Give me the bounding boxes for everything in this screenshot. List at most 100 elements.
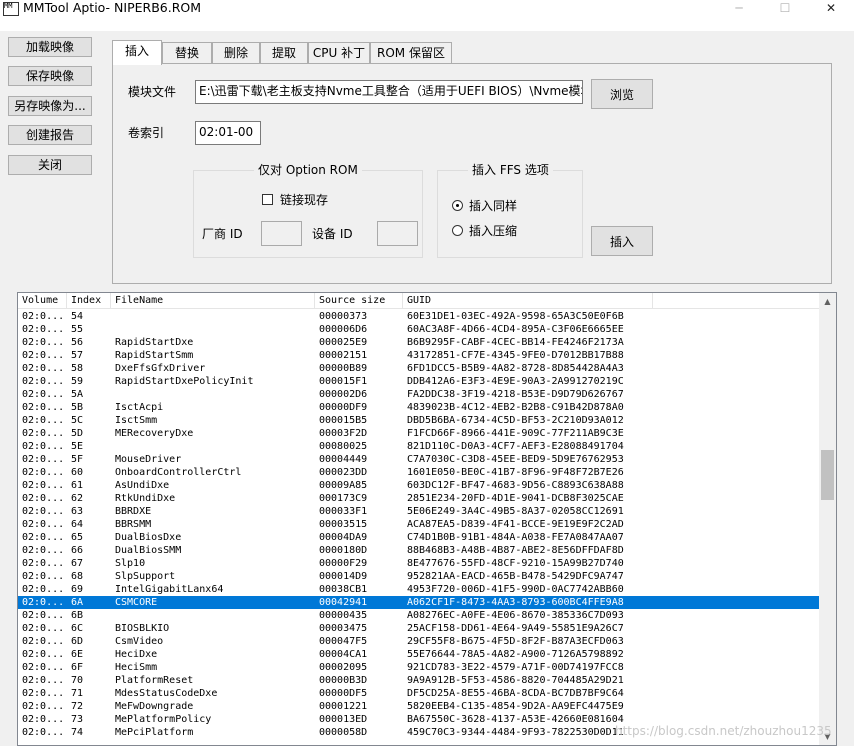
close-button[interactable]: 关闭 xyxy=(8,155,92,175)
vendor-id-input[interactable] xyxy=(261,221,302,246)
link-existing-checkbox[interactable] xyxy=(262,194,273,205)
maximize-button[interactable]: ☐ xyxy=(762,0,808,16)
browse-button[interactable]: 浏览 xyxy=(591,79,653,109)
table-row[interactable]: 02:0... 5D MERecoveryDxe 00003F2D F1FCD66F-8… xyxy=(18,427,819,440)
option-rom-title: 仅对 Option ROM xyxy=(254,162,362,178)
cell-index: 57 xyxy=(71,350,84,361)
cell-source-size: 00001221 xyxy=(319,701,368,712)
cell-volume: 02:0... xyxy=(22,688,65,699)
table-row[interactable]: 02:0... 6E HeciDxe 00004CA1 55E76644-78A5-4A… xyxy=(18,648,819,661)
table-row[interactable]: 02:0... 61 AsUndiDxe 00009A85 603DC12F-BF47-… xyxy=(18,479,819,492)
cell-filename: CSMCORE xyxy=(115,597,158,608)
cell-source-size: 000025E9 xyxy=(319,337,368,348)
vertical-scrollbar[interactable]: ▲ ▼ xyxy=(819,293,836,745)
column-header-volume[interactable]: Volume xyxy=(18,293,67,309)
table-row[interactable]: 02:0... 59 RapidStartDxePolicyInit 000015F1… xyxy=(18,375,819,388)
table-row[interactable]: 02:0... 5F MouseDriver 00004449 C7A7030C-C3D… xyxy=(18,453,819,466)
scroll-up-icon[interactable]: ▲ xyxy=(819,293,836,310)
insert-compress-radio[interactable] xyxy=(452,225,463,236)
scroll-thumb[interactable] xyxy=(821,450,834,500)
table-row[interactable]: 02:0... 54 00000373 60E31DE1-03EC-492A-9598… xyxy=(18,310,819,323)
column-header-guid[interactable]: GUID xyxy=(403,293,653,309)
cell-filename: MdesStatusCodeDxe xyxy=(115,688,218,699)
create-report-button[interactable]: 创建报告 xyxy=(8,125,92,145)
load-image-button[interactable]: 加载映像 xyxy=(8,37,92,57)
table-row[interactable]: 02:0... 5C IsctSmm 000015B5 DBD5B6BA-6734-4C… xyxy=(18,414,819,427)
table-row[interactable]: 02:0... 72 MeFwDowngrade 00001221 5820EEB4-C… xyxy=(18,700,819,713)
cell-source-size: 00004449 xyxy=(319,454,368,465)
cell-filename: SlpSupport xyxy=(115,571,176,582)
cell-filename: RapidStartDxePolicyInit xyxy=(115,376,254,387)
minimize-button[interactable]: ─ xyxy=(716,0,762,16)
cell-filename: RapidStartSmm xyxy=(115,350,194,361)
cell-index: 5E xyxy=(71,441,84,452)
module-list[interactable]: Volume Index FileName Source size GUID 0… xyxy=(17,292,837,746)
cell-guid: 603DC12F-BF47-4683-9D56-C8893C638A88 xyxy=(407,480,624,491)
table-row[interactable]: 02:0... 65 DualBiosDxe 00004DA9 C74D1B0B-91B… xyxy=(18,531,819,544)
cell-index: 70 xyxy=(71,675,84,686)
close-window-button[interactable]: ✕ xyxy=(808,0,854,16)
tab-delete[interactable]: 删除 xyxy=(212,42,260,64)
column-header-source-size[interactable]: Source size xyxy=(315,293,403,309)
insert-same-radio[interactable] xyxy=(452,200,463,211)
table-row[interactable]: 02:0... 5B IsctAcpi 00000DF9 4839023B-4C12-4… xyxy=(18,401,819,414)
insert-same-label: 插入同样 xyxy=(469,199,518,213)
cell-filename: CsmVideo xyxy=(115,636,164,647)
cell-index: 6B xyxy=(71,610,84,621)
insert-button[interactable]: 插入 xyxy=(591,226,653,256)
tab-cpu-patch[interactable]: CPU 补丁 xyxy=(308,42,370,64)
tab-extract[interactable]: 提取 xyxy=(260,42,308,64)
table-row[interactable]: 02:0... 64 BBRSMM 00003515 ACA87EA5-D839-4F4… xyxy=(18,518,819,531)
table-row[interactable]: 02:0... 62 RtkUndiDxe 000173C9 2851E234-20FD… xyxy=(18,492,819,505)
table-row[interactable]: 02:0... 58 DxeFfsGfxDriver 00000B89 6FD1DCC5… xyxy=(18,362,819,375)
table-row[interactable]: 02:0... 57 RapidStartSmm 00002151 43172851-C… xyxy=(18,349,819,362)
cell-index: 62 xyxy=(71,493,84,504)
cell-guid: BA67550C-3628-4137-A53E-42660E081604 xyxy=(407,714,624,725)
cell-index: 61 xyxy=(71,480,84,491)
table-row[interactable]: 02:0... 6D CsmVideo 000047F5 29CF55F8-B675-4… xyxy=(18,635,819,648)
cell-volume: 02:0... xyxy=(22,311,65,322)
tab-replace[interactable]: 替换 xyxy=(162,42,212,64)
cell-source-size: 00000435 xyxy=(319,610,368,621)
cell-guid: 2851E234-20FD-4D1E-9041-DCB8F3025CAE xyxy=(407,493,624,504)
cell-volume: 02:0... xyxy=(22,467,65,478)
table-row[interactable]: 02:0... 5E 00080025 821D110C-D0A3-4CF7-AEF3… xyxy=(18,440,819,453)
option-rom-group: 仅对 Option ROM 链接现存 厂商 ID 设备 ID xyxy=(193,162,423,258)
table-row[interactable]: 02:0... 5A 000002D6 FA2DDC38-3F19-4218-B53E… xyxy=(18,388,819,401)
cell-source-size: 000006D6 xyxy=(319,324,368,335)
cell-guid: 921CD783-3E22-4579-A71F-00D74197FCC8 xyxy=(407,662,624,673)
column-header-index[interactable]: Index xyxy=(67,293,111,309)
cell-guid: 43172851-CF7E-4345-9FE0-D7012BB17B88 xyxy=(407,350,624,361)
table-row[interactable]: 02:0... 71 MdesStatusCodeDxe 00000DF5 DF5CD2… xyxy=(18,687,819,700)
table-row[interactable]: 02:0... 6F HeciSmm 00002095 921CD783-3E22-45… xyxy=(18,661,819,674)
volume-index-input[interactable]: 02:01-00 xyxy=(195,121,261,145)
cell-source-size: 00002095 xyxy=(319,662,368,673)
table-row[interactable]: 02:0... 6B 00000435 A08276EC-A0FE-4E06-8670… xyxy=(18,609,819,622)
table-row[interactable]: 02:0... 56 RapidStartDxe 000025E9 B6B9295F-C… xyxy=(18,336,819,349)
cell-source-size: 000173C9 xyxy=(319,493,368,504)
tab-insert[interactable]: 插入 xyxy=(112,40,162,65)
table-row[interactable]: 02:0... 60 OnboardControllerCtrl 000023DD 16… xyxy=(18,466,819,479)
table-row[interactable]: 02:0... 66 DualBiosSMM 0000180D 88B468B3-A48… xyxy=(18,544,819,557)
cell-volume: 02:0... xyxy=(22,428,65,439)
cell-volume: 02:0... xyxy=(22,376,65,387)
table-row[interactable]: 02:0... 6C BIOSBLKIO 00003475 25ACF158-DD61-… xyxy=(18,622,819,635)
tab-rom-hole[interactable]: ROM 保留区 xyxy=(370,42,452,64)
cell-guid: 952821AA-EACD-465B-B478-5429DFC9A747 xyxy=(407,571,624,582)
table-row[interactable]: 02:0... 67 Slp10 00000F29 8E477676-55FD-48CF… xyxy=(18,557,819,570)
module-file-input[interactable]: E:\迅雷下载\老主板支持Nvme工具整合（适用于UEFI BIOS）\Nvme… xyxy=(195,80,583,104)
cell-filename: Slp10 xyxy=(115,558,146,569)
cell-guid: 5820EEB4-C135-4854-9D2A-AA9EFC4475E9 xyxy=(407,701,624,712)
device-id-input[interactable] xyxy=(377,221,418,246)
save-image-button[interactable]: 保存映像 xyxy=(8,66,92,86)
table-row[interactable]: 02:0... 55 000006D6 60AC3A8F-4D66-4CD4-895A… xyxy=(18,323,819,336)
table-row[interactable]: 02:0... 63 BBRDXE 000033F1 5E06E249-3A4C-49B… xyxy=(18,505,819,518)
table-row[interactable]: 02:0... 68 SlpSupport 000014D9 952821AA-EACD… xyxy=(18,570,819,583)
cell-volume: 02:0... xyxy=(22,714,65,725)
table-row[interactable]: 02:0... 70 PlatformReset 00000B3D 9A9A912B-5… xyxy=(18,674,819,687)
save-image-as-button[interactable]: 另存映像为... xyxy=(8,96,92,116)
insert-compress-label: 插入压缩 xyxy=(469,224,518,238)
table-row[interactable]: 02:0... 6A CSMCORE 00042941 A062CF1F-8473-4A… xyxy=(18,596,819,609)
table-row[interactable]: 02:0... 69 IntelGigabitLanx64 00038CB1 4953F… xyxy=(18,583,819,596)
column-header-filename[interactable]: FileName xyxy=(111,293,315,309)
